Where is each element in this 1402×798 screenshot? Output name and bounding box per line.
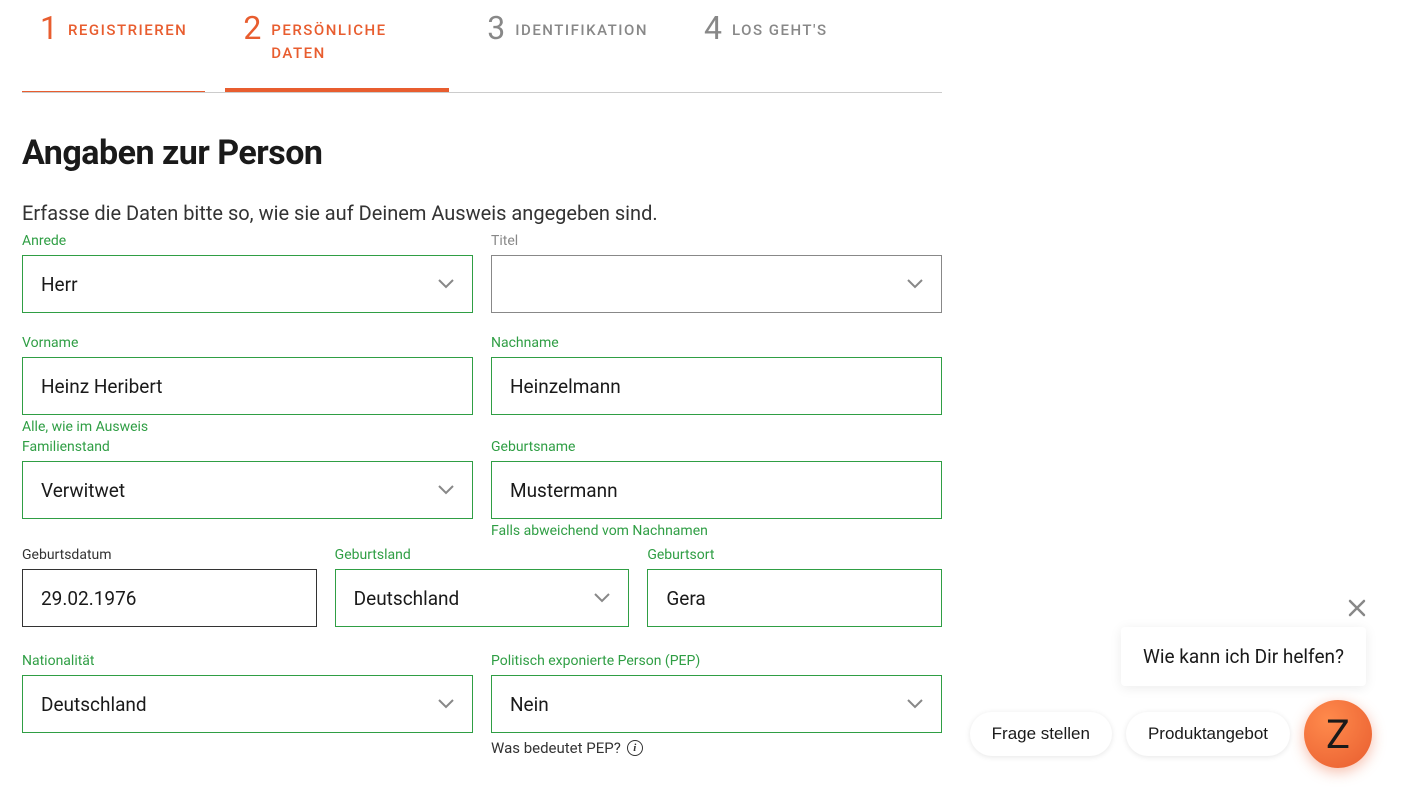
geburtsland-label: Geburtsland	[335, 547, 630, 563]
chevron-down-icon	[438, 699, 454, 709]
step-label: REGISTRIEREN	[68, 12, 187, 42]
geburtsort-value: Gera	[666, 587, 705, 610]
info-icon: i	[627, 740, 643, 756]
step-num: 2	[243, 12, 261, 44]
chevron-down-icon	[907, 279, 923, 289]
familienstand-select[interactable]: Verwitwet	[22, 461, 473, 519]
chat-offer-button[interactable]: Produktangebot	[1126, 712, 1290, 756]
step-num: 4	[704, 12, 722, 44]
geburtsname-input[interactable]: Mustermann	[491, 461, 942, 519]
vorname-hint: Alle, wie im Ausweis	[22, 419, 473, 435]
familienstand-label: Familienstand	[22, 439, 473, 455]
step-label: LOS GEHT'S	[732, 12, 828, 42]
nachname-label: Nachname	[491, 335, 942, 351]
step-los-gehts[interactable]: 4 LOS GEHT'S	[686, 0, 846, 92]
step-persoenliche-daten[interactable]: 2 PERSÖNLICHE DATEN	[225, 0, 449, 92]
geburtsdatum-input[interactable]: 29.02.1976	[22, 569, 317, 627]
subtitle: Erfasse die Daten bitte so, wie sie auf …	[22, 201, 942, 225]
pep-value: Nein	[510, 693, 549, 716]
nationalitaet-label: Nationalität	[22, 653, 473, 669]
geburtsland-value: Deutschland	[354, 587, 460, 610]
chat-fab-button[interactable]: Z	[1304, 700, 1372, 768]
chat-bubble: Wie kann ich Dir helfen?	[1121, 627, 1366, 686]
stepper: 1 REGISTRIEREN 2 PERSÖNLICHE DATEN 3 IDE…	[22, 0, 942, 93]
chevron-down-icon	[594, 593, 610, 603]
pep-select[interactable]: Nein	[491, 675, 942, 733]
pep-hint-text: Was bedeutet PEP?	[491, 739, 621, 757]
step-identifikation[interactable]: 3 IDENTIFIKATION	[469, 0, 666, 92]
geburtsname-hint: Falls abweichend vom Nachnamen	[491, 523, 942, 539]
page-title: Angaben zur Person	[22, 133, 942, 173]
chat-ask-button[interactable]: Frage stellen	[970, 712, 1112, 756]
anrede-label: Anrede	[22, 233, 473, 249]
anrede-value: Herr	[41, 273, 78, 296]
nationalitaet-value: Deutschland	[41, 693, 147, 716]
spacer	[491, 419, 942, 435]
geburtsdatum-label: Geburtsdatum	[22, 547, 317, 563]
chat-actions: Frage stellen Produktangebot Z	[970, 700, 1372, 768]
step-label: PERSÖNLICHE DATEN	[271, 12, 431, 64]
geburtsdatum-value: 29.02.1976	[41, 587, 136, 610]
close-icon	[1348, 599, 1366, 617]
pep-hint[interactable]: Was bedeutet PEP? i	[491, 739, 942, 757]
geburtsname-label: Geburtsname	[491, 439, 942, 455]
pep-label: Politisch exponierte Person (PEP)	[491, 653, 942, 669]
step-label: IDENTIFIKATION	[515, 12, 648, 42]
titel-label: Titel	[491, 233, 942, 249]
step-num: 1	[40, 12, 58, 44]
chat-close-button[interactable]	[1342, 593, 1372, 627]
nachname-input[interactable]: Heinzelmann	[491, 357, 942, 415]
step-registrieren[interactable]: 1 REGISTRIEREN	[22, 0, 205, 92]
vorname-value: Heinz Heribert	[41, 375, 162, 398]
familienstand-value: Verwitwet	[41, 479, 125, 502]
step-num: 3	[487, 12, 505, 44]
anrede-select[interactable]: Herr	[22, 255, 473, 313]
vorname-label: Vorname	[22, 335, 473, 351]
vorname-input[interactable]: Heinz Heribert	[22, 357, 473, 415]
geburtsland-select[interactable]: Deutschland	[335, 569, 630, 627]
titel-select[interactable]	[491, 255, 942, 313]
chevron-down-icon	[438, 279, 454, 289]
geburtsname-value: Mustermann	[510, 479, 618, 502]
geburtsort-input[interactable]: Gera	[647, 569, 942, 627]
chevron-down-icon	[907, 699, 923, 709]
geburtsort-label: Geburtsort	[647, 547, 942, 563]
chat-widget: Wie kann ich Dir helfen? Frage stellen P…	[970, 597, 1372, 768]
chevron-down-icon	[438, 485, 454, 495]
nationalitaet-select[interactable]: Deutschland	[22, 675, 473, 733]
nachname-value: Heinzelmann	[510, 375, 621, 398]
